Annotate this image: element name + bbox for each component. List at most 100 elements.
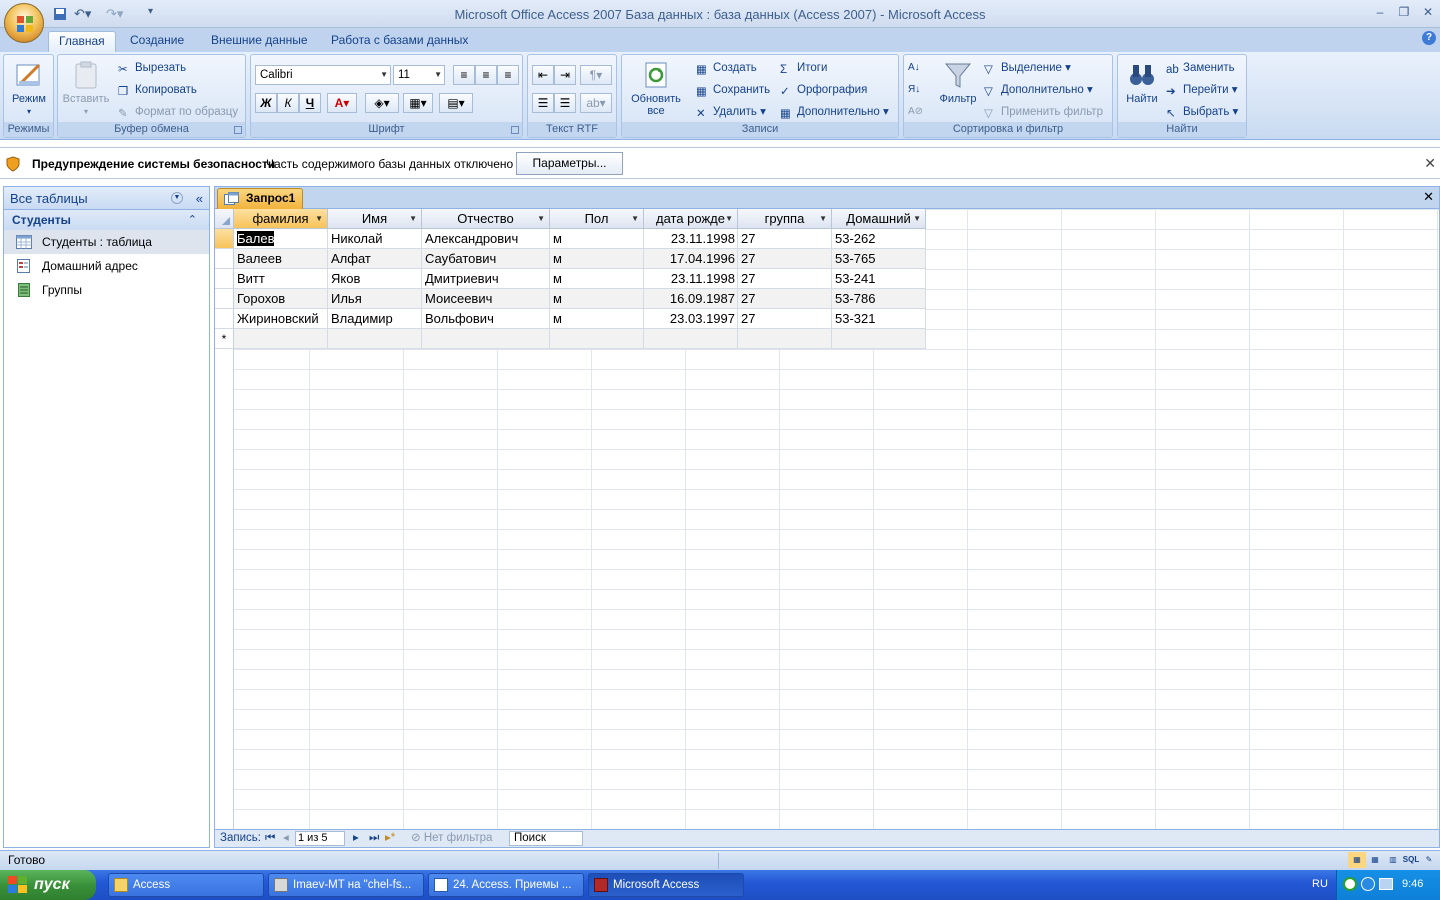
datasheet-grid[interactable]: фамилия ▼ Имя ▼ Отчество ▼ Пол ▼ дата рожде ▼ груп… — [215, 209, 1439, 829]
search-input[interactable]: Поиск — [509, 831, 583, 846]
tab-home[interactable]: Главная — [48, 31, 116, 52]
italic-button[interactable]: К — [277, 93, 299, 113]
clear-sort-button[interactable]: A⊘ — [908, 103, 923, 121]
table-cell-home-phone[interactable]: 53-321 — [832, 309, 926, 329]
new-record-nav-button[interactable]: ▸* — [385, 830, 395, 847]
filter-button[interactable]: Фильтр — [934, 59, 982, 105]
antivirus-icon[interactable] — [1343, 877, 1357, 891]
chevron-down-icon[interactable]: ▼ — [409, 209, 417, 228]
table-cell-surname[interactable]: Валеев — [234, 249, 328, 269]
align-left-button[interactable]: ≡ — [453, 65, 475, 85]
new-row-cell[interactable] — [328, 329, 422, 349]
table-cell-first-name[interactable]: Яков — [328, 269, 422, 289]
tab-create[interactable]: Создание — [120, 31, 194, 52]
numbering-button[interactable]: ☰ — [532, 93, 554, 113]
paste-button[interactable]: Вставить ▾ — [62, 59, 110, 117]
table-cell-group[interactable]: 27 — [738, 249, 832, 269]
new-row-cell[interactable] — [738, 329, 832, 349]
table-cell-group[interactable]: 27 — [738, 229, 832, 249]
table-cell-first-name[interactable]: Владимир — [328, 309, 422, 329]
row-selector[interactable] — [215, 289, 234, 309]
pivot-chart-view-icon[interactable]: ▥ — [1384, 852, 1402, 868]
fill-color-button[interactable]: ◈▾ — [365, 93, 399, 113]
new-row-selector[interactable]: * — [215, 329, 234, 349]
font-size-combo[interactable]: 11 ▼ — [393, 65, 445, 85]
start-button[interactable]: пуск — [0, 870, 96, 900]
close-icon[interactable]: ✕ — [1423, 189, 1434, 205]
more-records-button[interactable]: ▦ Дополнительно ▾ — [780, 103, 889, 121]
table-cell-sex[interactable]: м — [550, 269, 644, 289]
table-cell-birth-date[interactable]: 23.11.1998 — [644, 269, 738, 289]
filter-status[interactable]: ⊘ Нет фильтра — [411, 830, 492, 847]
last-record-button[interactable]: ⏭ — [369, 830, 379, 847]
table-cell-patronymic[interactable]: Саубатович — [422, 249, 550, 269]
taskbar-item-access-folder[interactable]: Access — [108, 873, 264, 897]
column-header-group[interactable]: группа ▼ — [738, 209, 832, 229]
select-button[interactable]: ↖ Выбрать ▾ — [1166, 103, 1238, 121]
help-icon[interactable]: ? — [1422, 31, 1436, 45]
minimize-button[interactable]: ‒ — [1370, 5, 1390, 21]
chevron-down-icon[interactable]: ▼ — [171, 192, 183, 204]
close-button[interactable]: ✕ — [1418, 5, 1438, 21]
table-cell-sex[interactable]: м — [550, 249, 644, 269]
table-cell-surname[interactable]: Жириновский — [234, 309, 328, 329]
tab-query1[interactable]: Запрос1 — [217, 188, 303, 209]
nav-group-students[interactable]: Студенты ⌃ — [4, 210, 209, 230]
new-row-cell[interactable] — [422, 329, 550, 349]
column-header-birth-date[interactable]: дата рожде ▼ — [644, 209, 738, 229]
display-icon[interactable] — [1379, 878, 1393, 890]
restore-button[interactable]: ❐ — [1394, 5, 1414, 21]
chevron-down-icon[interactable]: ▼ — [631, 209, 639, 228]
font-launcher-icon[interactable] — [511, 126, 519, 134]
highlight-button[interactable]: ab▾ — [580, 93, 612, 113]
table-cell-patronymic[interactable]: Вольфович — [422, 309, 550, 329]
decrease-indent-button[interactable]: ⇤ — [532, 65, 554, 85]
table-cell-patronymic[interactable]: Дмитриевич — [422, 269, 550, 289]
new-row-cell[interactable] — [550, 329, 644, 349]
table-cell-home-phone[interactable]: 53-786 — [832, 289, 926, 309]
taskbar-item-word-doc[interactable]: 24. Access. Приемы ... — [428, 873, 584, 897]
table-cell-patronymic[interactable]: Александрович — [422, 229, 550, 249]
table-cell-home-phone[interactable]: 53-241 — [832, 269, 926, 289]
advanced-filter-button[interactable]: ▽ Дополнительно ▾ — [984, 81, 1093, 99]
increase-indent-button[interactable]: ⇥ — [554, 65, 576, 85]
selection-button[interactable]: ▽ Выделение ▾ — [984, 59, 1071, 77]
table-cell-first-name[interactable]: Николай — [328, 229, 422, 249]
format-painter-button[interactable]: ✎ Формат по образцу — [118, 103, 238, 121]
previous-record-button[interactable]: ◂ — [283, 830, 289, 847]
column-header-sex[interactable]: Пол ▼ — [550, 209, 644, 229]
sort-ascending-button[interactable]: A↓ — [908, 59, 920, 77]
toggle-filter-button[interactable]: ▽ Применить фильтр — [984, 103, 1103, 121]
current-record-field[interactable]: 1 из 5 — [295, 831, 345, 846]
cut-button[interactable]: ✂ Вырезать — [118, 59, 186, 77]
totals-button[interactable]: Σ Итоги — [780, 59, 827, 77]
table-cell-sex[interactable]: м — [550, 289, 644, 309]
table-cell-surname[interactable]: Балев — [234, 229, 328, 249]
network-icon[interactable] — [1361, 877, 1375, 891]
taskbar-item-network-folder[interactable]: Imaev-MT на "chel-fs... — [268, 873, 424, 897]
pivot-table-view-icon[interactable]: ▦ — [1366, 852, 1384, 868]
sql-view-icon[interactable]: SQL — [1402, 852, 1420, 868]
office-button[interactable] — [4, 3, 44, 43]
table-cell-sex[interactable]: м — [550, 309, 644, 329]
table-cell-birth-date[interactable]: 16.09.1987 — [644, 289, 738, 309]
table-cell-group[interactable]: 27 — [738, 309, 832, 329]
table-cell-surname[interactable]: Горохов — [234, 289, 328, 309]
table-cell-first-name[interactable]: Алфат — [328, 249, 422, 269]
align-right-button[interactable]: ≡ — [497, 65, 519, 85]
new-row-cell[interactable] — [644, 329, 738, 349]
design-view-icon[interactable]: ✎ — [1420, 852, 1438, 868]
underline-button[interactable]: Ч — [299, 93, 321, 113]
paragraph-direction-button[interactable]: ¶▾ — [580, 65, 612, 85]
first-record-button[interactable]: ⏮ — [265, 830, 275, 847]
table-cell-first-name[interactable]: Илья — [328, 289, 422, 309]
nav-pane-header[interactable]: Все таблицы ▼ « — [4, 187, 209, 210]
align-center-button[interactable]: ≡ — [475, 65, 497, 85]
nav-item-home-address[interactable]: Домашний адрес — [4, 254, 209, 278]
nav-item-students-table[interactable]: Студенты : таблица — [4, 230, 209, 254]
close-icon[interactable]: ✕ — [1424, 155, 1436, 172]
column-header-first-name[interactable]: Имя ▼ — [328, 209, 422, 229]
column-header-surname[interactable]: фамилия ▼ — [234, 209, 328, 229]
chevron-down-icon[interactable]: ▼ — [725, 209, 733, 228]
table-cell-sex[interactable]: м — [550, 229, 644, 249]
